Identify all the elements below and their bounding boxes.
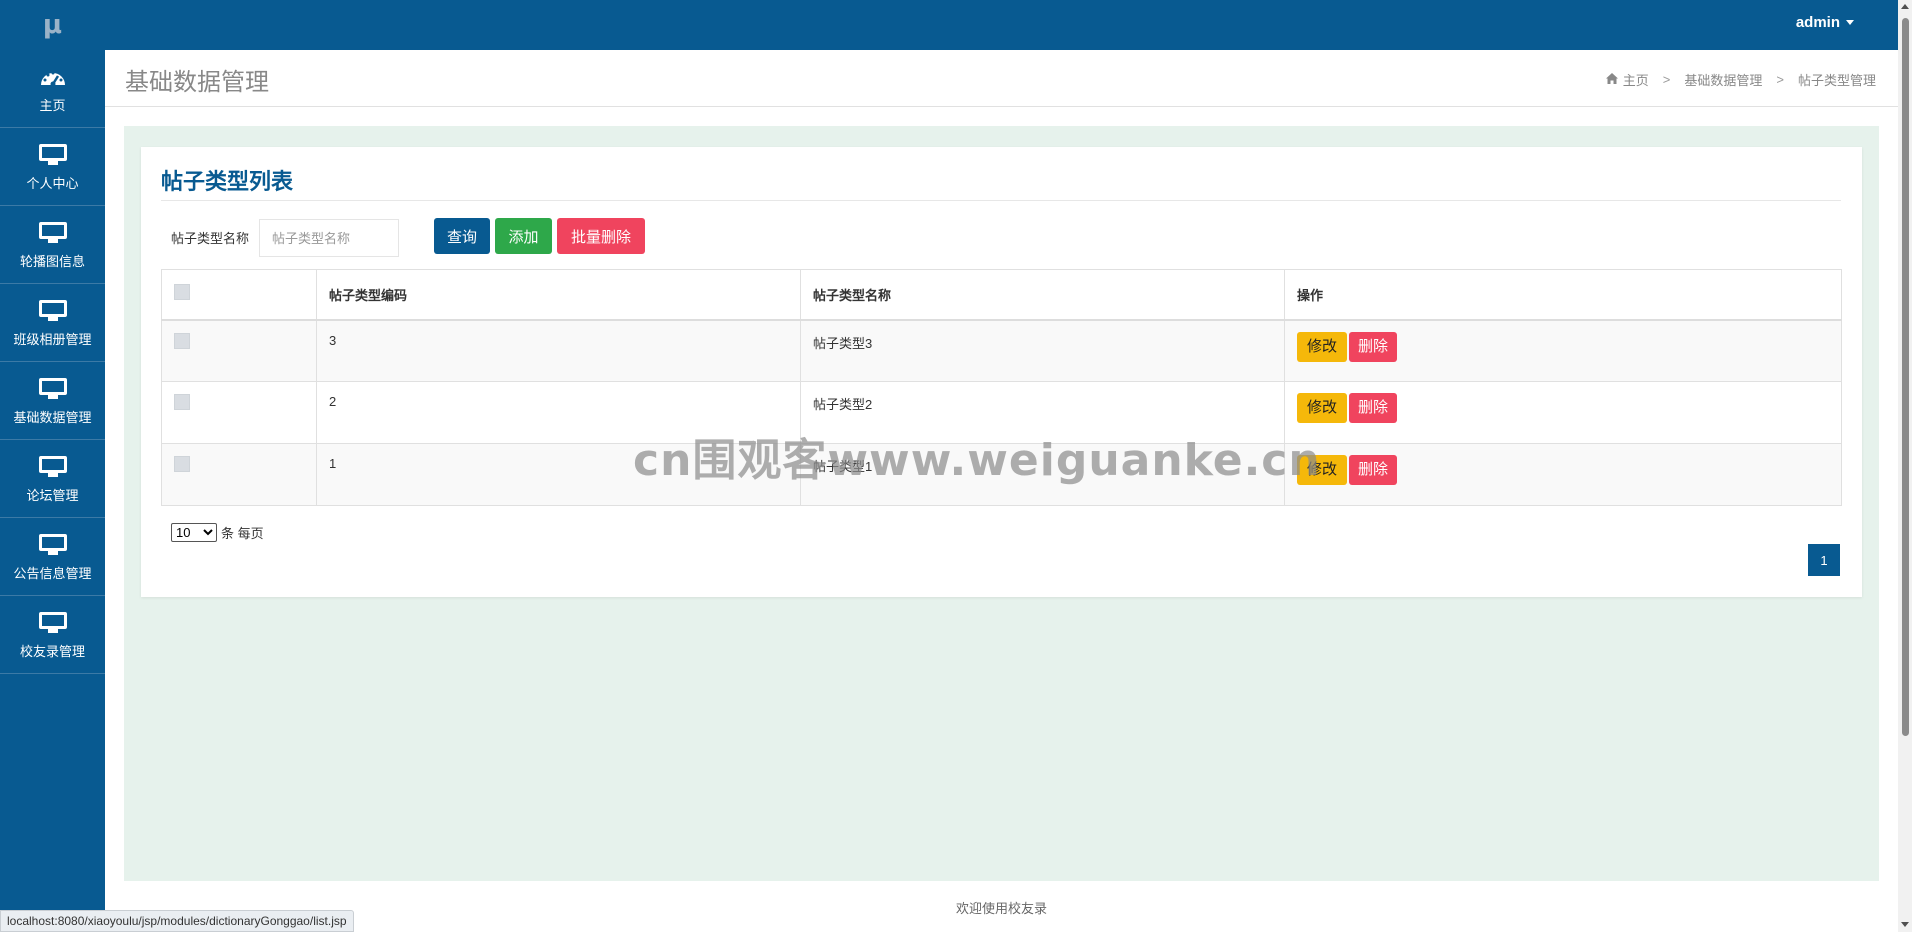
footer-text: 欢迎使用校友录 xyxy=(955,901,1047,916)
row-checkbox-cell xyxy=(161,443,317,506)
row-checkbox-cell xyxy=(161,381,317,444)
delete-button[interactable]: 删除 xyxy=(1349,331,1397,362)
cell-actions: 修改 删除 xyxy=(1284,319,1842,382)
row-checkbox-cell xyxy=(161,319,317,382)
breadcrumb-basic-data[interactable]: 基础数据管理 xyxy=(1684,70,1762,89)
monitor-icon xyxy=(38,456,67,477)
caret-down-icon xyxy=(1846,20,1854,25)
select-all-checkbox[interactable] xyxy=(174,284,190,300)
panel-title: 帖子类型列表 xyxy=(161,169,294,194)
user-menu[interactable]: admin xyxy=(1796,0,1854,45)
monitor-icon xyxy=(38,144,67,165)
watermark: cn围观客www.weiguanke.cn xyxy=(633,435,1321,486)
chevron-right-icon: > xyxy=(1776,72,1784,87)
page-size-select[interactable]: 10 xyxy=(171,523,217,542)
sidebar-item-label: 班级相册管理 xyxy=(13,332,92,347)
sidebar-item-label: 轮播图信息 xyxy=(19,254,85,269)
pagination-page-1[interactable]: 1 xyxy=(1808,544,1840,576)
search-label: 帖子类型名称 xyxy=(171,231,250,246)
top-navbar: μ admin xyxy=(0,0,1898,50)
scrollbar-thumb[interactable] xyxy=(1902,18,1909,736)
sidebar-item-forum[interactable]: 论坛管理 xyxy=(0,440,105,518)
sidebar-item-label: 公告信息管理 xyxy=(13,566,92,581)
monitor-icon xyxy=(38,222,67,243)
batch-delete-button[interactable]: 批量删除 xyxy=(557,218,645,254)
cell-name: 帖子类型3 xyxy=(800,319,1285,382)
add-button[interactable]: 添加 xyxy=(495,218,552,254)
table-row: 3 帖子类型3 修改 删除 xyxy=(161,319,1842,382)
row-checkbox[interactable] xyxy=(174,456,190,472)
vertical-scrollbar[interactable] xyxy=(1898,0,1912,932)
sidebar: 主页 个人中心 轮播图信息 班级相册管理 基础数据管理 论坛管理 公告信息管理 … xyxy=(0,50,105,932)
sidebar-item-class-album[interactable]: 班级相册管理 xyxy=(0,284,105,362)
chevron-right-icon: > xyxy=(1662,72,1671,87)
footer: 欢迎使用校友录 xyxy=(105,882,1898,932)
column-header-actions: 操作 xyxy=(1284,269,1842,321)
column-header-code[interactable]: 帖子类型编码 xyxy=(316,269,801,321)
status-bar-url: localhost:8080/xiaoyoulu/jsp/modules/dic… xyxy=(0,910,354,932)
cell-actions: 修改 删除 xyxy=(1284,443,1842,506)
breadcrumb-current: 帖子类型管理 xyxy=(1797,73,1876,88)
row-checkbox[interactable] xyxy=(174,332,190,349)
page-header: 基础数据管理 主页 > 基础数据管理 > 帖子类型管理 xyxy=(105,50,1898,107)
table-header-row: 帖子类型编码 帖子类型名称 操作 xyxy=(161,269,1842,321)
scroll-up-arrow-icon[interactable] xyxy=(1901,4,1909,9)
monitor-icon xyxy=(38,300,67,321)
row-checkbox[interactable] xyxy=(174,394,190,410)
delete-button[interactable]: 删除 xyxy=(1349,393,1397,423)
scroll-down-arrow-icon[interactable] xyxy=(1901,922,1909,927)
sidebar-item-announcements[interactable]: 公告信息管理 xyxy=(0,518,105,596)
sidebar-item-alumni[interactable]: 校友录管理 xyxy=(0,596,105,674)
sidebar-item-label: 校友录管理 xyxy=(19,644,85,659)
search-input[interactable] xyxy=(259,219,399,257)
home-icon xyxy=(1605,72,1618,87)
breadcrumb-home[interactable]: 主页 xyxy=(1623,70,1649,89)
breadcrumb: 主页 > 基础数据管理 > 帖子类型管理 xyxy=(1605,70,1876,89)
sidebar-item-label: 基础数据管理 xyxy=(13,410,92,425)
column-header-name[interactable]: 帖子类型名称 xyxy=(800,269,1285,321)
sidebar-item-home[interactable]: 主页 xyxy=(0,50,105,128)
sidebar-item-basic-data[interactable]: 基础数据管理 xyxy=(0,362,105,440)
delete-button[interactable]: 删除 xyxy=(1349,455,1397,485)
sidebar-item-label: 主页 xyxy=(39,98,66,113)
monitor-icon xyxy=(38,378,67,399)
monitor-icon xyxy=(38,612,67,633)
page-size-control: 10 条 每页 xyxy=(171,523,264,542)
edit-button[interactable]: 修改 xyxy=(1297,393,1347,423)
sidebar-item-label: 个人中心 xyxy=(26,176,79,191)
sidebar-item-personal-center[interactable]: 个人中心 xyxy=(0,128,105,206)
brand-logo[interactable]: μ xyxy=(0,0,105,50)
sidebar-item-label: 论坛管理 xyxy=(26,488,79,503)
cell-code: 3 xyxy=(316,319,801,382)
dashboard-icon xyxy=(39,63,67,89)
monitor-icon xyxy=(38,534,67,555)
page-title: 基础数据管理 xyxy=(125,69,269,96)
list-panel: 帖子类型列表 帖子类型名称 查询 添加 批量删除 帖子类型编码 帖子类型名称 操… xyxy=(141,147,1862,597)
divider xyxy=(161,200,1841,201)
cell-actions: 修改 删除 xyxy=(1284,381,1842,444)
edit-button[interactable]: 修改 xyxy=(1297,331,1347,362)
query-button[interactable]: 查询 xyxy=(434,218,490,254)
page-size-suffix: 条 每页 xyxy=(221,526,264,541)
sidebar-item-carousel[interactable]: 轮播图信息 xyxy=(0,206,105,284)
select-all-cell xyxy=(161,269,317,321)
user-name: admin xyxy=(1795,14,1840,31)
